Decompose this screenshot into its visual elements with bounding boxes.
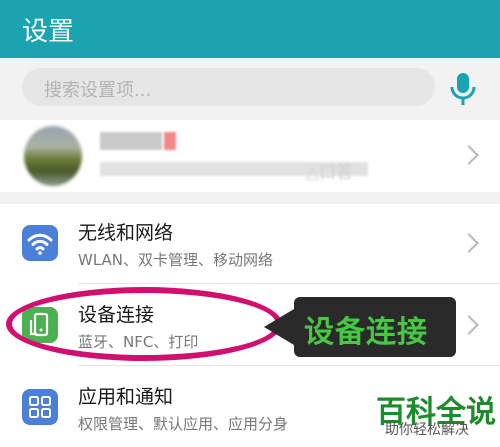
microphone-icon[interactable] xyxy=(446,70,480,108)
account-name-blurred xyxy=(100,132,162,150)
divider xyxy=(78,365,500,366)
chevron-right-icon xyxy=(459,233,479,253)
callout-arrow xyxy=(264,309,294,345)
search-input[interactable]: 搜索设置项... xyxy=(22,68,435,106)
callout-box: 设备连接 xyxy=(294,297,456,357)
chevron-right-icon xyxy=(459,315,479,335)
divider xyxy=(78,283,500,284)
section-gap xyxy=(0,192,500,204)
apps-grid-icon xyxy=(22,389,58,425)
highlight-ring xyxy=(6,287,282,361)
item-subtitle: WLAN、双卡管理、移动网络 xyxy=(78,251,274,269)
item-title: 无线和网络 xyxy=(78,222,174,244)
watermark-subtitle: 助你轻松解决 xyxy=(385,422,469,438)
avatar xyxy=(24,126,82,186)
callout-label: 设备连接 xyxy=(304,315,428,350)
list-item-wireless-network[interactable]: 无线和网络 WLAN、双卡管理、移动网络 xyxy=(0,204,500,284)
title-bar: 设置 xyxy=(0,0,500,58)
item-title: 应用和通知 xyxy=(78,386,174,408)
account-subtitle: △口答 xyxy=(306,163,354,183)
wifi-icon xyxy=(22,225,58,261)
page-title: 设置 xyxy=(22,17,75,47)
account-row[interactable]: △口答 xyxy=(0,120,500,192)
item-subtitle: 权限管理、默认应用、应用分身 xyxy=(78,415,289,433)
account-badge-blurred xyxy=(164,132,176,150)
search-area: 搜索设置项... xyxy=(0,58,500,120)
chevron-right-icon xyxy=(459,145,479,165)
search-placeholder: 搜索设置项... xyxy=(44,80,152,101)
